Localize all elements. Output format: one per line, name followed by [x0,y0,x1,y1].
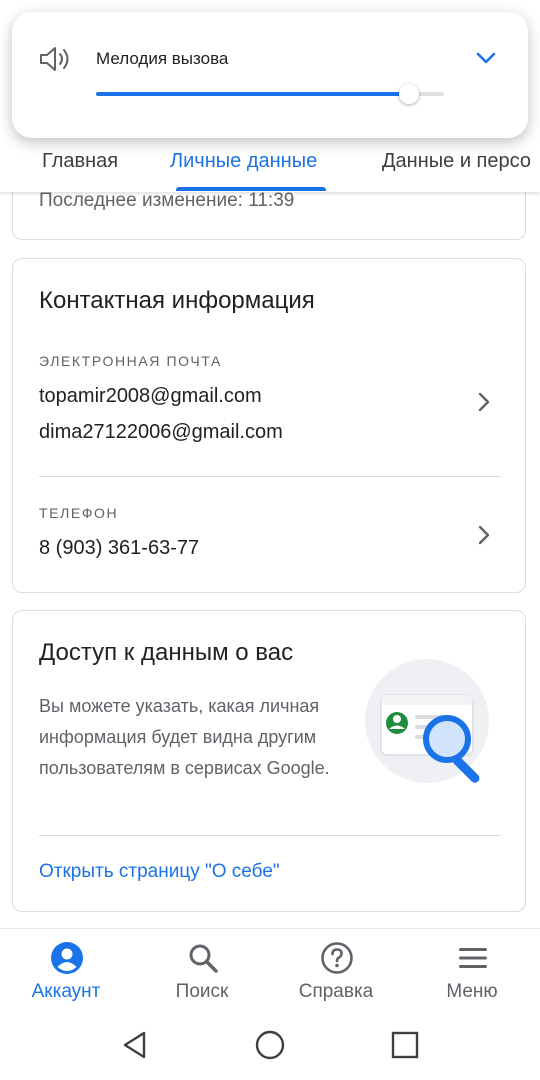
contact-info-card: Контактная информация ЭЛЕКТРОННАЯ ПОЧТА … [12,258,526,593]
tab-bar: Главная Личные данные Данные и персо [0,138,540,192]
nav-help-label: Справка [298,981,374,1002]
volume-stream-title: Мелодия вызова [96,49,229,68]
search-icon [189,944,218,973]
data-access-title: Доступ к данным о вас [39,639,294,666]
bottom-navigation: Аккаунт Поиск Справка Меню [0,928,540,1013]
help-icon [321,942,353,974]
nav-account[interactable]: Аккаунт [6,929,126,1013]
divider [39,476,501,477]
volume-slider-thumb[interactable] [399,84,420,104]
volume-slider-track[interactable] [96,92,444,96]
speaker-icon[interactable] [38,44,72,74]
volume-popup: Мелодия вызова [12,12,528,138]
system-navigation-bar [0,1012,540,1080]
chevron-right-icon [478,392,490,412]
nav-menu-label: Меню [446,981,498,1002]
phone-section-label: ТЕЛЕФОН [39,505,119,521]
recents-icon[interactable] [388,1028,422,1062]
email-section-label: ЭЛЕКТРОННАЯ ПОЧТА [39,353,222,369]
data-access-description: Вы можете указать, какая личная информац… [39,696,330,778]
email-secondary: dima27122006@gmail.com [39,421,283,443]
open-about-me-link[interactable]: Открыть страницу "О себе" [39,861,280,883]
last-modified-text: Последнее изменение: 11:39 [39,190,295,211]
email-row[interactable]: ЭЛЕКТРОННАЯ ПОЧТА topamir2008@gmail.com … [13,339,525,475]
data-access-card: Доступ к данным о вас Вы можете указать,… [12,610,526,912]
email-primary: topamir2008@gmail.com [39,385,262,407]
nav-account-label: Аккаунт [31,981,101,1002]
back-icon[interactable] [118,1028,152,1062]
profile-search-illustration [365,659,489,783]
phone-row[interactable]: ТЕЛЕФОН 8 (903) 361-63-77 [13,489,525,585]
tab-personal-info[interactable]: Личные данные [170,150,317,173]
nav-help[interactable]: Справка [276,929,396,1013]
nav-menu[interactable]: Меню [412,929,532,1013]
divider [39,835,501,836]
volume-slider-fill [96,92,410,96]
active-tab-indicator [176,187,326,191]
chevron-down-icon[interactable] [474,48,498,68]
nav-search[interactable]: Поиск [142,929,262,1013]
contact-info-title: Контактная информация [39,287,315,314]
home-icon[interactable] [253,1028,287,1062]
tab-home[interactable]: Главная [42,150,118,173]
chevron-right-icon [478,525,490,545]
nav-search-label: Поиск [175,981,229,1002]
account-icon [51,942,83,974]
tab-data-privacy[interactable]: Данные и персо [382,150,531,173]
phone-number: 8 (903) 361-63-77 [39,537,200,559]
menu-icon [459,948,487,968]
